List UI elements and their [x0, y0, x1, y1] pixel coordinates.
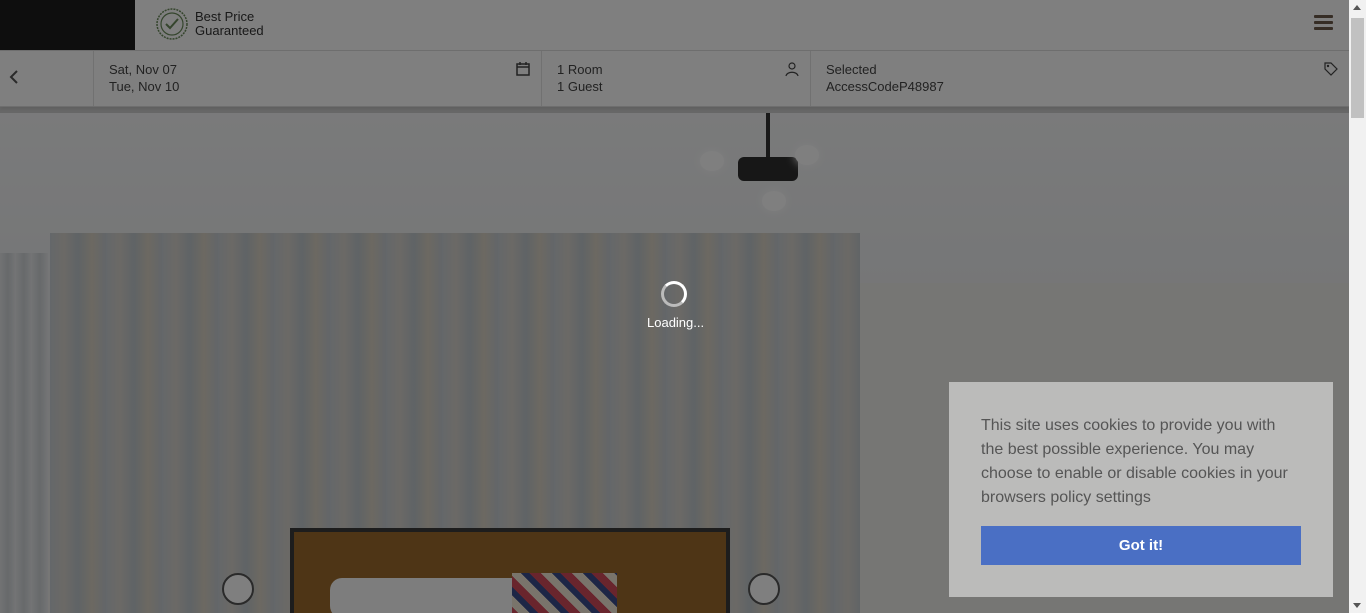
cookie-banner: This site uses cookies to provide you wi…	[949, 382, 1333, 597]
scroll-down-icon[interactable]	[1353, 603, 1361, 608]
scroll-thumb[interactable]	[1351, 18, 1364, 118]
loading-spinner-icon	[661, 281, 687, 307]
cookie-accept-button[interactable]: Got it!	[981, 526, 1301, 565]
loading-text: Loading...	[647, 315, 705, 330]
scroll-up-icon[interactable]	[1353, 5, 1361, 10]
cookie-message: This site uses cookies to provide you wi…	[981, 417, 1288, 506]
scrollbar[interactable]	[1349, 0, 1366, 613]
